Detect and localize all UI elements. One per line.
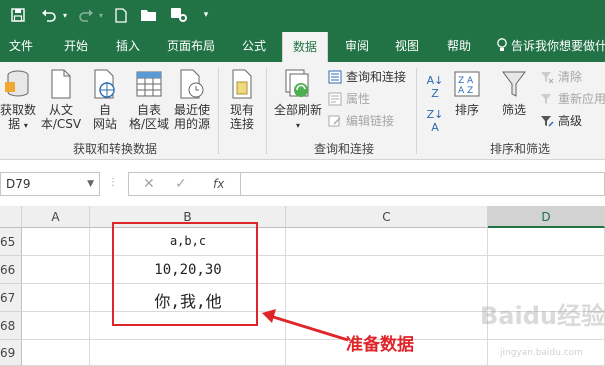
- existing-connections-icon: [232, 69, 252, 99]
- tab-data[interactable]: 数据: [282, 32, 328, 62]
- web-icon: [94, 69, 115, 99]
- insert-function-icon[interactable]: fx: [213, 177, 224, 191]
- group-label-get-transform: 获取和转换数据: [72, 142, 157, 156]
- formula-bar: D79 ▼ ⋮ ✕ ✓ fx: [0, 160, 605, 206]
- grid-cell[interactable]: [286, 228, 488, 256]
- sort-icon: Z AA Z: [454, 71, 480, 97]
- tab-insert[interactable]: 插入: [104, 30, 152, 62]
- tell-me-box[interactable]: 告诉我你想要做什: [496, 30, 605, 62]
- existing-connections-button[interactable]: 现有 连接: [224, 68, 260, 131]
- svg-text:Z A: Z A: [458, 76, 474, 86]
- name-box-dropdown-icon[interactable]: ▼: [87, 173, 94, 195]
- column-header-c[interactable]: C: [286, 206, 488, 228]
- group-separator: [218, 68, 219, 154]
- group-label-queries-connections: 查询和连接: [313, 142, 374, 156]
- grid-cell[interactable]: [22, 228, 90, 256]
- tab-home[interactable]: 开始: [52, 30, 100, 62]
- ribbon-tabs: 文件 开始 插入 页面布局 公式 数据 审阅 视图 帮助 告诉我你想要做什: [0, 30, 605, 62]
- recent-sources-icon: [180, 69, 204, 99]
- clear-filter-icon: [541, 72, 554, 84]
- row-header-65[interactable]: 65: [0, 228, 22, 256]
- column-header-a[interactable]: A: [22, 206, 90, 228]
- highlight-box: [112, 222, 258, 326]
- advanced-filter-button[interactable]: 高级: [540, 112, 582, 130]
- sort-za-button[interactable]: Z↓ A: [424, 108, 446, 134]
- save-icon[interactable]: [8, 5, 28, 25]
- sort-descending-icon: Z↓ A: [426, 108, 444, 134]
- from-text-csv-button[interactable]: 从文 本/CSV: [38, 68, 84, 131]
- advanced-filter-icon: [541, 116, 554, 127]
- grid-cell[interactable]: [286, 256, 488, 284]
- reapply-button: 重新应用: [540, 90, 605, 108]
- filter-button[interactable]: 筛选: [496, 68, 532, 117]
- row-header-67[interactable]: 67: [0, 284, 22, 312]
- row-header-68[interactable]: 68: [0, 312, 22, 340]
- refresh-icon: [285, 69, 309, 97]
- column-header-d[interactable]: D: [488, 206, 605, 228]
- queries-connections-icon: [328, 70, 342, 84]
- group-separator: [416, 68, 417, 154]
- recent-sources-button[interactable]: 最近使 用的源: [172, 68, 212, 131]
- svg-text:A Z: A Z: [458, 86, 473, 96]
- lightbulb-icon: [497, 38, 507, 51]
- text-file-icon: [51, 69, 71, 99]
- tab-view[interactable]: 视图: [384, 30, 430, 62]
- formula-input[interactable]: [240, 172, 605, 196]
- table-icon: [136, 71, 162, 97]
- row-header-69[interactable]: 69: [0, 340, 22, 366]
- sort-button[interactable]: Z AA Z 排序: [450, 68, 484, 117]
- grid-cell[interactable]: [488, 228, 605, 256]
- title-bar: ▾ ▾ ▾: [0, 0, 605, 30]
- tell-me-text: 告诉我你想要做什: [511, 39, 605, 53]
- ribbon-data: 获取数 据 ▾ 从文 本/CSV 自 网站 自表 格/区域 最近使 用的源 获取…: [0, 62, 605, 160]
- queries-connections-button[interactable]: 查询和连接: [328, 68, 406, 86]
- sort-az-button[interactable]: A↓ Z: [424, 74, 446, 100]
- refresh-all-button[interactable]: 全部刷新 ▾: [272, 68, 324, 133]
- grid-cell[interactable]: [22, 312, 90, 340]
- customize-qat-icon[interactable]: ▾: [200, 5, 212, 25]
- new-file-icon[interactable]: [112, 5, 130, 25]
- formula-bar-buttons: ✕ ✓ fx: [128, 172, 240, 196]
- annotation-arrow: [262, 309, 349, 342]
- filter-icon: [502, 71, 526, 97]
- annotation-label: 准备数据: [346, 335, 414, 355]
- properties-button: 属性: [328, 90, 370, 108]
- formula-bar-resize-handle[interactable]: ⋮: [108, 177, 119, 188]
- undo-dropdown-icon[interactable]: ▾: [60, 5, 70, 25]
- watermark: Baidu经验: [480, 302, 605, 330]
- tab-review[interactable]: 审阅: [334, 30, 380, 62]
- name-box[interactable]: D79 ▼: [0, 172, 100, 196]
- get-data-button[interactable]: 获取数 据 ▾: [0, 68, 36, 133]
- edit-links-icon: [328, 115, 341, 127]
- sort-ascending-icon: A↓ Z: [426, 74, 444, 100]
- open-folder-icon[interactable]: [138, 5, 160, 25]
- select-all-corner[interactable]: [0, 206, 22, 228]
- group-label-sort-filter: 排序和筛选: [489, 142, 550, 156]
- tab-file[interactable]: 文件: [0, 30, 42, 62]
- watermark-url: jingyan.baidu.com: [500, 348, 584, 358]
- tab-formulas[interactable]: 公式: [232, 30, 276, 62]
- undo-icon[interactable]: [38, 5, 60, 25]
- grid-cell[interactable]: [90, 340, 286, 366]
- tab-page-layout[interactable]: 页面布局: [158, 30, 224, 62]
- redo-icon: [76, 5, 96, 25]
- grid-cell[interactable]: [22, 340, 90, 366]
- cancel-icon: ✕: [143, 176, 155, 192]
- database-icon: [5, 70, 29, 97]
- enter-icon: ✓: [175, 176, 187, 192]
- properties-icon: [328, 92, 342, 106]
- grid-cell[interactable]: [22, 256, 90, 284]
- edit-links-button: 编辑链接: [328, 112, 394, 130]
- clear-filter-button: 清除: [540, 68, 582, 86]
- touch-mode-icon[interactable]: [168, 5, 190, 25]
- tab-help[interactable]: 帮助: [436, 30, 482, 62]
- grid-cell[interactable]: [488, 256, 605, 284]
- grid-cell[interactable]: [22, 284, 90, 312]
- from-table-range-button[interactable]: 自表 格/区域: [126, 68, 172, 131]
- from-web-button[interactable]: 自 网站: [88, 68, 122, 131]
- group-separator: [266, 68, 267, 154]
- row-header-66[interactable]: 66: [0, 256, 22, 284]
- redo-dropdown-icon: ▾: [98, 10, 103, 20]
- reapply-icon: [541, 94, 551, 104]
